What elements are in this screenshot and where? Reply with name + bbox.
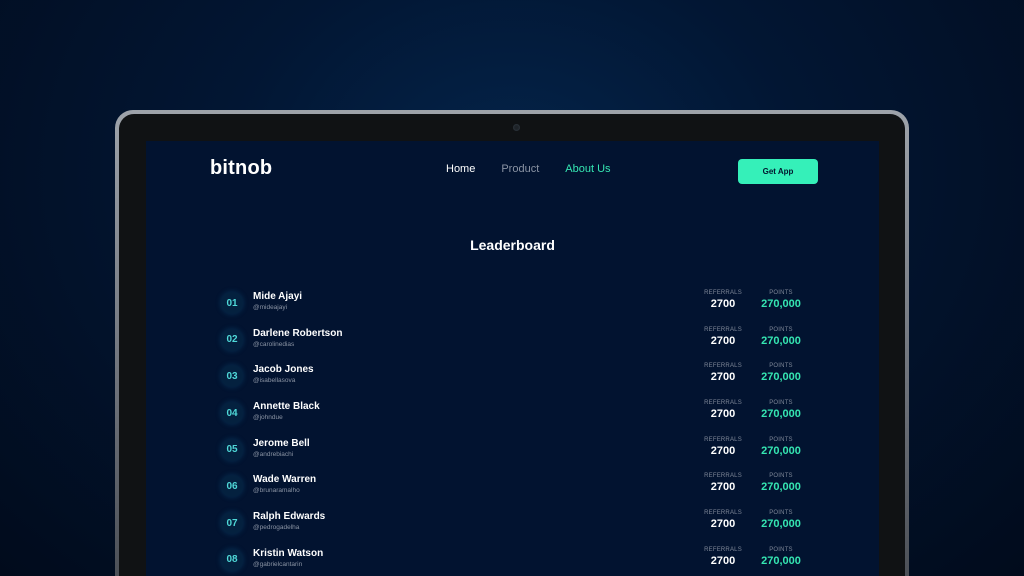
points-label: POINTS [769,510,793,517]
leaderboard-row: 03 Jacob Jones @isabellasova REFERRALS 2… [221,363,811,400]
points-value: 270,000 [761,371,801,384]
rank-badge: 03 [221,365,243,388]
referrals-value: 2700 [710,444,736,457]
points-stat: POINTS 270,000 [753,290,809,310]
rank-badge: 04 [221,402,243,425]
points-label: POINTS [769,473,793,480]
referrals-stat: REFERRALS 2700 [701,437,745,457]
user-name: Jerome Bell [253,437,310,449]
user-name: Annette Black [253,401,320,413]
user-name: Kristin Watson [253,547,324,559]
points-value: 270,000 [761,334,801,347]
user-handle: @carolinedias [253,340,295,348]
user-handle: @pedrogadelha [253,524,300,532]
user-handle: @andrebiachi [253,450,294,458]
points-stat: POINTS 270,000 [753,473,809,493]
leaderboard-row: 01 Mide Ajayi @mideajayi REFERRALS 2700 … [221,290,811,327]
referrals-stat: REFERRALS 2700 [701,363,745,383]
leaderboard-list: 01 Mide Ajayi @mideajayi REFERRALS 2700 … [221,290,811,576]
points-stat: POINTS 270,000 [753,400,809,420]
referrals-label: REFERRALS [704,436,742,443]
user-handle: @gabrielcantarin [253,560,303,568]
points-stat: POINTS 270,000 [753,510,809,530]
points-label: POINTS [769,546,793,553]
bitnob-logo[interactable]: bitnob [210,157,272,180]
points-stat: POINTS 270,000 [753,437,809,457]
rank-badge: 02 [221,328,243,351]
user-name: Jacob Jones [253,364,314,376]
referrals-label: REFERRALS [704,363,742,370]
laptop-bezel: bitnob Home Product About Us Get App Lea… [119,114,905,576]
page-title: Leaderboard [470,237,555,253]
user-handle: @mideajayi [253,304,288,311]
user-handle: @isabellasova [253,377,296,385]
user-handle: @brunaramalho [253,487,300,495]
laptop-screen: bitnob Home Product About Us Get App Lea… [146,141,879,576]
referrals-stat: REFERRALS 2700 [701,473,745,493]
points-label: POINTS [769,400,793,407]
referrals-value: 2700 [710,298,736,310]
points-value: 270,000 [761,554,801,567]
top-navbar: bitnob Home Product About Us Get App [146,141,879,211]
leaderboard-row: 04 Annette Black @johndue REFERRALS 2700… [221,400,811,437]
user-name: Ralph Edwards [253,511,326,523]
points-value: 270,000 [761,444,801,457]
leaderboard-row: 07 Ralph Edwards @pedrogadelha REFERRALS… [221,510,811,547]
nav-link-about-us[interactable]: About Us [565,163,610,175]
rank-badge: 08 [221,548,243,571]
laptop-frame: bitnob Home Product About Us Get App Lea… [115,110,909,576]
points-label: POINTS [769,363,793,370]
referrals-stat: REFERRALS 2700 [701,327,745,347]
referrals-label: REFERRALS [704,326,742,333]
nav-link-home[interactable]: Home [446,163,475,175]
user-name: Darlene Robertson [253,327,343,339]
points-label: POINTS [769,326,793,333]
rank-badge: 01 [221,292,243,314]
webcam-icon [513,124,520,131]
referrals-value: 2700 [710,481,736,494]
referrals-stat: REFERRALS 2700 [701,547,745,567]
referrals-value: 2700 [710,518,736,531]
points-label: POINTS [769,290,793,296]
rank-badge: 05 [221,438,243,461]
backdrop: bitnob Home Product About Us Get App Lea… [0,0,1024,576]
leaderboard-row: 05 Jerome Bell @andrebiachi REFERRALS 27… [221,437,811,474]
rank-badge: 06 [221,475,243,498]
points-stat: POINTS 270,000 [753,547,809,567]
referrals-stat: REFERRALS 2700 [701,400,745,420]
points-value: 270,000 [761,481,801,494]
points-stat: POINTS 270,000 [753,327,809,347]
referrals-stat: REFERRALS 2700 [701,510,745,530]
referrals-label: REFERRALS [704,546,742,553]
get-app-button[interactable]: Get App [738,159,818,184]
referrals-label: REFERRALS [704,473,742,480]
points-value: 270,000 [761,298,801,310]
leaderboard-row: 08 Kristin Watson @gabrielcantarin REFER… [221,547,811,576]
rank-badge: 07 [221,512,243,535]
user-name: Wade Warren [253,474,317,486]
nav-links: Home Product About Us [446,163,611,175]
referrals-value: 2700 [710,371,736,384]
referrals-label: REFERRALS [704,510,742,517]
user-handle: @johndue [253,414,283,422]
referrals-label: REFERRALS [704,400,742,407]
referrals-stat: REFERRALS 2700 [701,290,745,310]
points-value: 270,000 [761,408,801,421]
user-name: Mide Ajayi [253,291,303,302]
points-value: 270,000 [761,518,801,531]
points-label: POINTS [769,436,793,443]
nav-link-product[interactable]: Product [501,163,539,175]
referrals-label: REFERRALS [704,290,742,296]
leaderboard-row: 02 Darlene Robertson @carolinedias REFER… [221,327,811,364]
points-stat: POINTS 270,000 [753,363,809,383]
leaderboard-row: 06 Wade Warren @brunaramalho REFERRALS 2… [221,473,811,510]
referrals-value: 2700 [710,334,736,347]
referrals-value: 2700 [710,554,736,567]
referrals-value: 2700 [710,408,736,421]
